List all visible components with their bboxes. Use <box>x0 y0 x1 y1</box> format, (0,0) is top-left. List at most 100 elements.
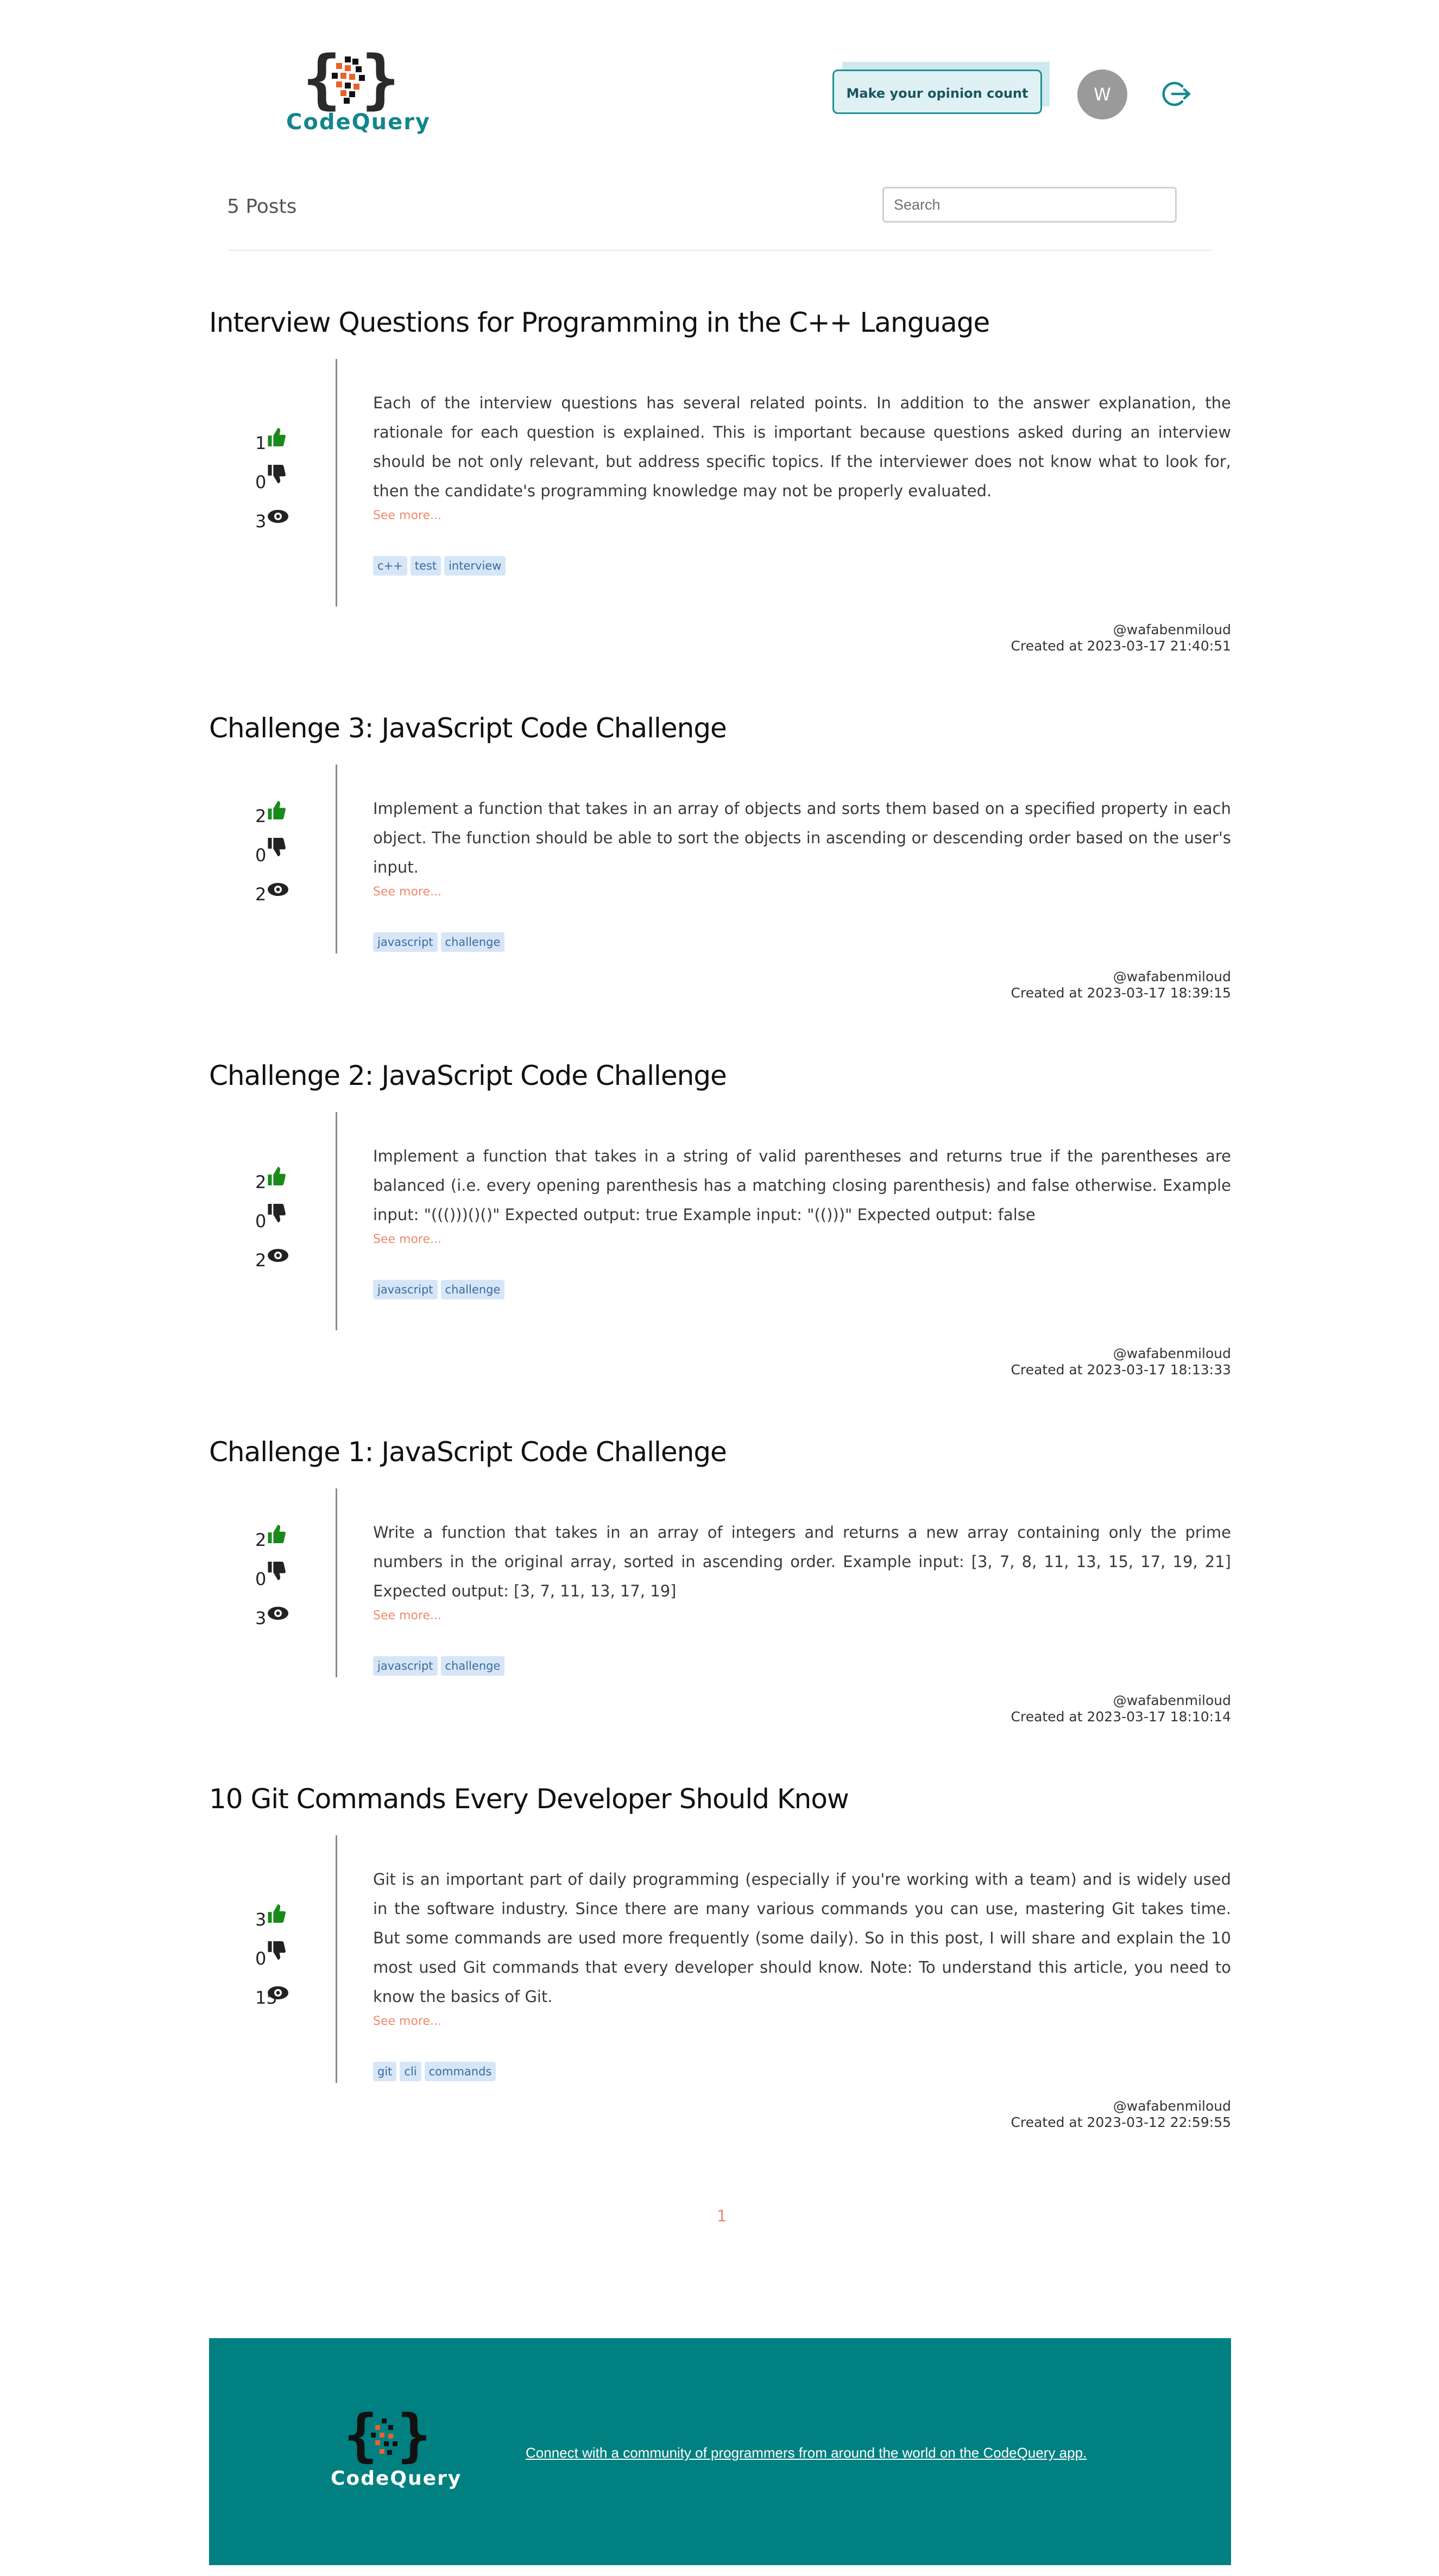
eye-icon <box>268 1249 288 1262</box>
post-meta: @wafabenmiloud Created at 2023-03-17 21:… <box>1011 622 1231 654</box>
post-title[interactable]: 10 Git Commands Every Developer Should K… <box>209 1783 849 1815</box>
post-meta: @wafabenmiloud Created at 2023-03-12 22:… <box>1011 2098 1231 2131</box>
see-more-link[interactable]: See more... <box>373 1609 1231 1622</box>
post-stats: 3 0 15 <box>247 1897 291 2015</box>
dislikes-count: 0 <box>255 1948 267 1969</box>
logo-text: CodeQuery <box>286 110 431 135</box>
see-more-link[interactable]: See more... <box>373 885 1231 899</box>
tag-list: c++ test interview <box>373 556 1231 578</box>
codequery-logo[interactable]: { } CodeQuery <box>286 41 431 136</box>
footer: { } CodeQuery Connect with a community o… <box>209 2338 1231 2565</box>
dislikes-stat: 0 <box>247 833 291 872</box>
post-author[interactable]: @wafabenmiloud <box>1011 969 1231 985</box>
thumbs-down-icon[interactable] <box>267 836 286 858</box>
post-title[interactable]: Challenge 3: JavaScript Code Challenge <box>209 712 727 744</box>
eye-icon <box>268 510 288 523</box>
tag-chip[interactable]: challenge <box>440 1280 505 1299</box>
tag-chip[interactable]: challenge <box>440 1656 505 1676</box>
tag-chip[interactable]: javascript <box>373 1656 438 1676</box>
post-author[interactable]: @wafabenmiloud <box>1011 622 1231 638</box>
tag-chip[interactable]: test <box>410 556 441 576</box>
likes-stat: 2 <box>247 1160 291 1199</box>
views-stat: 3 <box>247 1596 291 1635</box>
tag-chip[interactable]: javascript <box>373 932 438 952</box>
likes-stat: 2 <box>247 1518 291 1557</box>
post-excerpt: Write a function that takes in an array … <box>373 1523 1231 1600</box>
see-more-link[interactable]: See more... <box>373 509 1231 522</box>
likes-count: 2 <box>255 1530 267 1550</box>
likes-stat: 3 <box>247 1897 291 1936</box>
see-more-link[interactable]: See more... <box>373 1233 1231 1246</box>
post-meta: @wafabenmiloud Created at 2023-03-17 18:… <box>1011 969 1231 1001</box>
post-stats: 2 0 2 <box>247 794 291 911</box>
likes-stat: 2 <box>247 794 291 833</box>
pagination-page-1[interactable]: 1 <box>717 2207 727 2225</box>
thumbs-down-icon[interactable] <box>267 463 286 485</box>
thumbs-up-icon[interactable] <box>267 1903 286 1924</box>
views-stat: 2 <box>247 872 291 911</box>
footer-logo-text: CodeQuery <box>331 2467 462 2490</box>
post-excerpt: Git is an important part of daily progra… <box>373 1870 1231 2006</box>
footer-logo[interactable]: { } CodeQuery <box>331 2405 462 2492</box>
opinion-button-wrap: Make your opinion count <box>832 62 1050 116</box>
user-avatar[interactable]: W <box>1077 70 1127 119</box>
tag-list: javascript challenge <box>373 1656 1231 1678</box>
tag-chip[interactable]: cli <box>400 2062 421 2081</box>
search-input[interactable] <box>882 187 1177 223</box>
make-opinion-count-button[interactable]: Make your opinion count <box>832 70 1042 114</box>
dislikes-count: 0 <box>255 845 267 866</box>
tag-chip[interactable]: interview <box>444 556 506 576</box>
thumbs-up-icon[interactable] <box>267 1523 286 1545</box>
post-divider-line <box>336 1488 337 1677</box>
thumbs-up-icon[interactable] <box>267 426 286 448</box>
likes-count: 2 <box>255 806 267 826</box>
likes-count: 1 <box>255 433 267 453</box>
post-stats: 1 0 3 <box>247 421 291 538</box>
posts-count: 5 Posts <box>227 195 297 218</box>
community-link[interactable]: Connect with a community of programmers … <box>526 2445 1087 2461</box>
tag-list: javascript challenge <box>373 932 1231 954</box>
eye-icon <box>268 1607 288 1620</box>
likes-stat: 1 <box>247 421 291 460</box>
thumbs-down-icon[interactable] <box>267 1202 286 1224</box>
tag-chip[interactable]: c++ <box>373 556 407 576</box>
likes-count: 2 <box>255 1172 267 1192</box>
views-stat: 3 <box>247 499 291 538</box>
dislikes-count: 0 <box>255 472 267 493</box>
divider <box>227 250 1213 251</box>
post-divider-line <box>336 765 337 954</box>
views-stat: 15 <box>247 1975 291 2015</box>
post-title[interactable]: Challenge 1: JavaScript Code Challenge <box>209 1436 727 1468</box>
tag-list: javascript challenge <box>373 1280 1231 1302</box>
tag-chip[interactable]: commands <box>424 2062 496 2081</box>
post-divider-line <box>336 359 337 607</box>
thumbs-up-icon[interactable] <box>267 799 286 821</box>
post-meta: @wafabenmiloud Created at 2023-03-17 18:… <box>1011 1693 1231 1725</box>
post-author[interactable]: @wafabenmiloud <box>1011 1346 1231 1362</box>
views-count: 3 <box>255 511 267 532</box>
post-title[interactable]: Challenge 2: JavaScript Code Challenge <box>209 1060 727 1091</box>
see-more-link[interactable]: See more... <box>373 2015 1231 2028</box>
post-title[interactable]: Interview Questions for Programming in t… <box>209 307 990 338</box>
tag-chip[interactable]: javascript <box>373 1280 438 1299</box>
post-author[interactable]: @wafabenmiloud <box>1011 2098 1231 2114</box>
post-stats: 2 0 2 <box>247 1160 291 1277</box>
post-body: Implement a function that takes in a str… <box>373 1141 1231 1302</box>
post-created-at: Created at 2023-03-17 21:40:51 <box>1011 638 1231 654</box>
thumbs-down-icon[interactable] <box>267 1560 286 1582</box>
post-created-at: Created at 2023-03-17 18:10:14 <box>1011 1709 1231 1725</box>
tag-chip[interactable]: git <box>373 2062 397 2081</box>
likes-count: 3 <box>255 1909 267 1930</box>
thumbs-up-icon[interactable] <box>267 1165 286 1187</box>
thumbs-down-icon[interactable] <box>267 1940 286 1961</box>
logo-pixel-mark <box>369 2417 401 2461</box>
logo-right-brace: } <box>361 41 400 116</box>
post-author[interactable]: @wafabenmiloud <box>1011 1693 1231 1709</box>
post-created-at: Created at 2023-03-12 22:59:55 <box>1011 2114 1231 2130</box>
post-excerpt: Implement a function that takes in an ar… <box>373 799 1231 876</box>
tag-chip[interactable]: challenge <box>440 932 505 952</box>
post-body: Implement a function that takes in an ar… <box>373 794 1231 954</box>
post-body: Write a function that takes in an array … <box>373 1518 1231 1678</box>
post-stats: 2 0 3 <box>247 1518 291 1635</box>
logout-icon[interactable] <box>1162 79 1192 109</box>
